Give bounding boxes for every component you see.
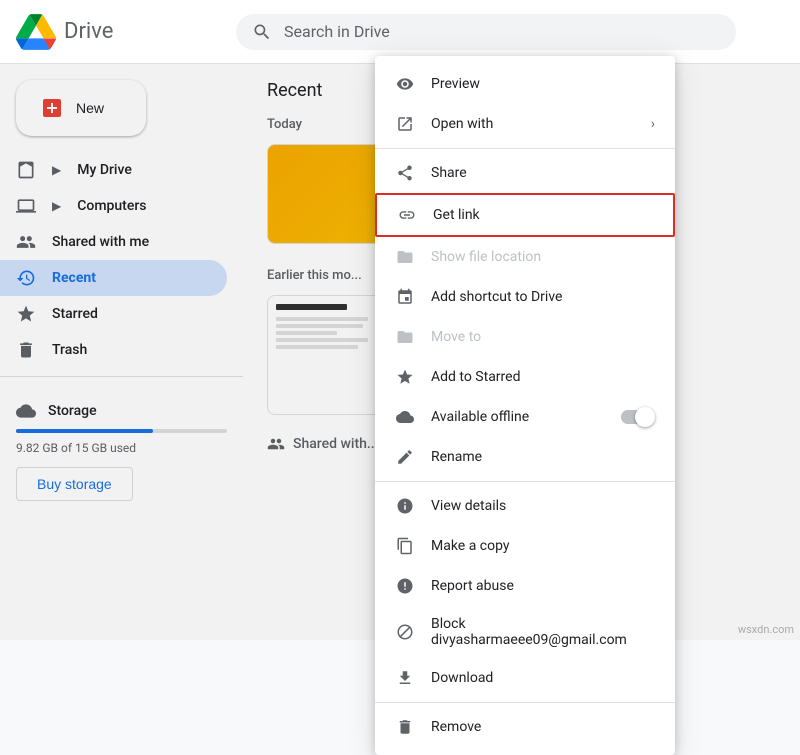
menu-item-report-abuse[interactable]: Report abuse bbox=[375, 566, 675, 606]
menu-item-preview[interactable]: Preview bbox=[375, 64, 675, 104]
remove-icon bbox=[395, 717, 415, 737]
open-with-icon bbox=[395, 114, 415, 134]
download-icon bbox=[395, 668, 415, 688]
menu-item-add-starred[interactable]: Add to Starred bbox=[375, 357, 675, 397]
context-menu: Preview Open with › Share Get link Show … bbox=[375, 56, 675, 755]
chevron-right-icon: › bbox=[651, 116, 655, 132]
watermark: wsxdn.com bbox=[738, 623, 794, 636]
header: Drive Search in Drive bbox=[0, 0, 800, 64]
menu-divider bbox=[375, 148, 675, 149]
menu-item-label: Share bbox=[431, 165, 467, 181]
menu-item-share[interactable]: Share bbox=[375, 153, 675, 193]
move-icon bbox=[395, 327, 415, 347]
block-icon bbox=[395, 622, 415, 642]
menu-item-label: Preview bbox=[431, 76, 480, 92]
menu-item-show-location: Show file location bbox=[375, 237, 675, 277]
folder-icon bbox=[395, 247, 415, 267]
menu-item-make-copy[interactable]: Make a copy bbox=[375, 526, 675, 566]
offline-toggle[interactable] bbox=[621, 410, 655, 424]
link-icon bbox=[397, 205, 417, 225]
search-placeholder: Search in Drive bbox=[284, 22, 390, 41]
menu-item-block[interactable]: Block divyasharmaeee09@gmail.com bbox=[375, 606, 675, 658]
menu-item-label: Open with bbox=[431, 116, 493, 132]
menu-item-label: Download bbox=[431, 670, 493, 686]
menu-item-download[interactable]: Download bbox=[375, 658, 675, 698]
menu-item-label: Remove bbox=[431, 719, 481, 735]
google-drive-logo bbox=[16, 12, 56, 52]
menu-item-label: Make a copy bbox=[431, 538, 510, 554]
menu-item-label: Get link bbox=[433, 207, 480, 223]
logo-text: Drive bbox=[64, 19, 113, 44]
menu-item-label: Rename bbox=[431, 449, 482, 465]
copy-icon bbox=[395, 536, 415, 556]
report-icon bbox=[395, 576, 415, 596]
menu-item-label: Add to Starred bbox=[431, 369, 520, 385]
preview-icon bbox=[395, 74, 415, 94]
menu-item-open-with[interactable]: Open with › bbox=[375, 104, 675, 144]
shortcut-icon bbox=[395, 287, 415, 307]
toggle-thumb bbox=[635, 407, 655, 427]
menu-divider bbox=[375, 481, 675, 482]
menu-item-label: Available offline bbox=[431, 409, 529, 425]
search-icon bbox=[252, 22, 272, 42]
rename-icon bbox=[395, 447, 415, 467]
menu-item-move-to: Move to bbox=[375, 317, 675, 357]
logo-area: Drive bbox=[16, 12, 236, 52]
menu-item-label: Move to bbox=[431, 329, 481, 345]
menu-item-label: View details bbox=[431, 498, 506, 514]
menu-item-label: Report abuse bbox=[431, 578, 514, 594]
menu-item-rename[interactable]: Rename bbox=[375, 437, 675, 477]
menu-item-add-shortcut[interactable]: Add shortcut to Drive bbox=[375, 277, 675, 317]
menu-item-label: Add shortcut to Drive bbox=[431, 289, 562, 305]
menu-item-label: Block divyasharmaeee09@gmail.com bbox=[431, 616, 655, 648]
menu-divider bbox=[375, 702, 675, 703]
star-icon bbox=[395, 367, 415, 387]
menu-item-available-offline[interactable]: Available offline bbox=[375, 397, 675, 437]
menu-item-remove[interactable]: Remove bbox=[375, 707, 675, 747]
menu-item-get-link[interactable]: Get link bbox=[375, 193, 675, 237]
offline-icon bbox=[395, 407, 415, 427]
search-bar[interactable]: Search in Drive bbox=[236, 14, 736, 50]
menu-item-view-details[interactable]: View details bbox=[375, 486, 675, 526]
info-icon bbox=[395, 496, 415, 516]
menu-item-label: Show file location bbox=[431, 249, 541, 265]
share-icon bbox=[395, 163, 415, 183]
